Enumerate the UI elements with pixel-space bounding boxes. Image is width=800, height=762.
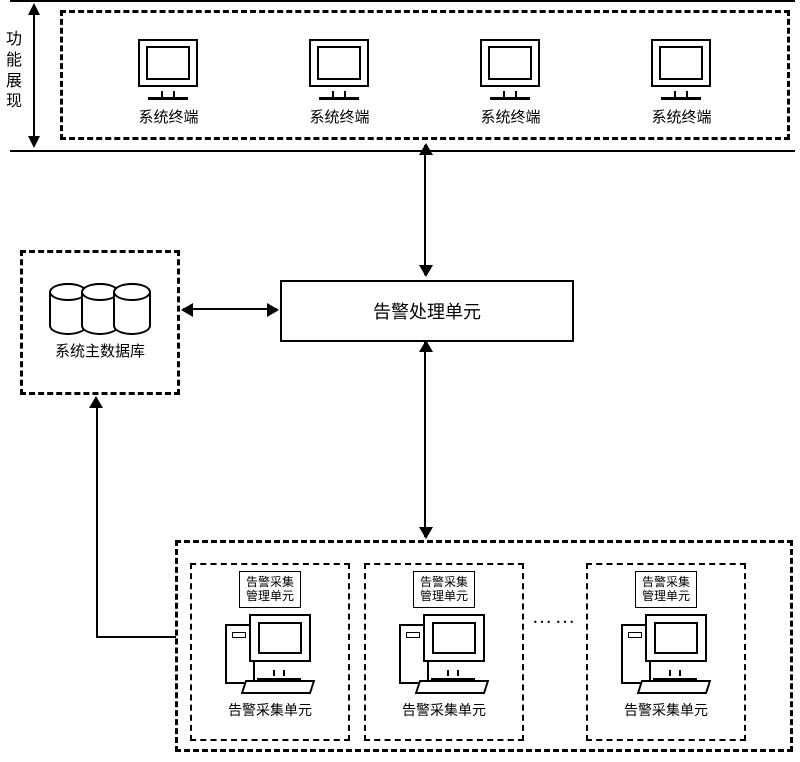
- collection-mgmt-label: 告警采集 管理单元: [635, 571, 697, 608]
- monitor-icon: [309, 39, 369, 87]
- computer-icon: [225, 614, 315, 694]
- terminal-label: 系统终端: [138, 106, 198, 127]
- terminal-label: 系统终端: [651, 106, 711, 127]
- terminal-label: 系统终端: [309, 106, 369, 127]
- database-icon: [49, 283, 151, 335]
- collection-mgmt-label: 告警采集 管理单元: [413, 571, 475, 608]
- collection-layer-box: 告警采集 管理单元 告警采集单元 告警采集 管理单元 告警采集单元 …… 告警采…: [175, 540, 793, 752]
- system-terminal: 系统终端: [480, 39, 540, 127]
- monitor-icon: [651, 39, 711, 87]
- processor-label: 告警处理单元: [373, 298, 481, 324]
- rule-top: [10, 0, 795, 2]
- collection-unit-label: 告警采集单元: [402, 700, 486, 720]
- collection-unit-label: 告警采集单元: [228, 700, 312, 720]
- alarm-collection-unit: 告警采集 管理单元 告警采集单元: [190, 563, 350, 741]
- system-terminal: 系统终端: [309, 39, 369, 127]
- arrow-db-processor: [183, 308, 277, 310]
- alarm-collection-unit: 告警采集 管理单元 告警采集单元: [364, 563, 524, 741]
- terminal-label: 系统终端: [480, 106, 540, 127]
- collection-unit-label: 告警采集单元: [624, 700, 708, 720]
- computer-icon: [621, 614, 711, 694]
- system-terminal: 系统终端: [138, 39, 198, 127]
- rule-bottom: [10, 150, 795, 152]
- arrow-processor-collectors: [424, 342, 426, 537]
- bracket-arrow-icon: [28, 3, 40, 148]
- alarm-processing-unit: 告警处理单元: [280, 280, 574, 342]
- arrow-collectors-db: [95, 398, 185, 638]
- side-label: 功能展现: [5, 30, 23, 113]
- computer-icon: [399, 614, 489, 694]
- database-box: 系统主数据库: [20, 250, 180, 395]
- system-terminal: 系统终端: [651, 39, 711, 127]
- collection-mgmt-label: 告警采集 管理单元: [239, 571, 301, 608]
- alarm-collection-unit: 告警采集 管理单元 告警采集单元: [586, 563, 746, 741]
- monitor-icon: [138, 39, 198, 87]
- database-label: 系统主数据库: [55, 343, 145, 363]
- monitor-icon: [480, 39, 540, 87]
- ellipsis: ……: [524, 606, 586, 699]
- arrow-presentation-processor: [424, 145, 426, 275]
- presentation-layer-box: 系统终端 系统终端 系统终端 系统终端: [60, 10, 790, 140]
